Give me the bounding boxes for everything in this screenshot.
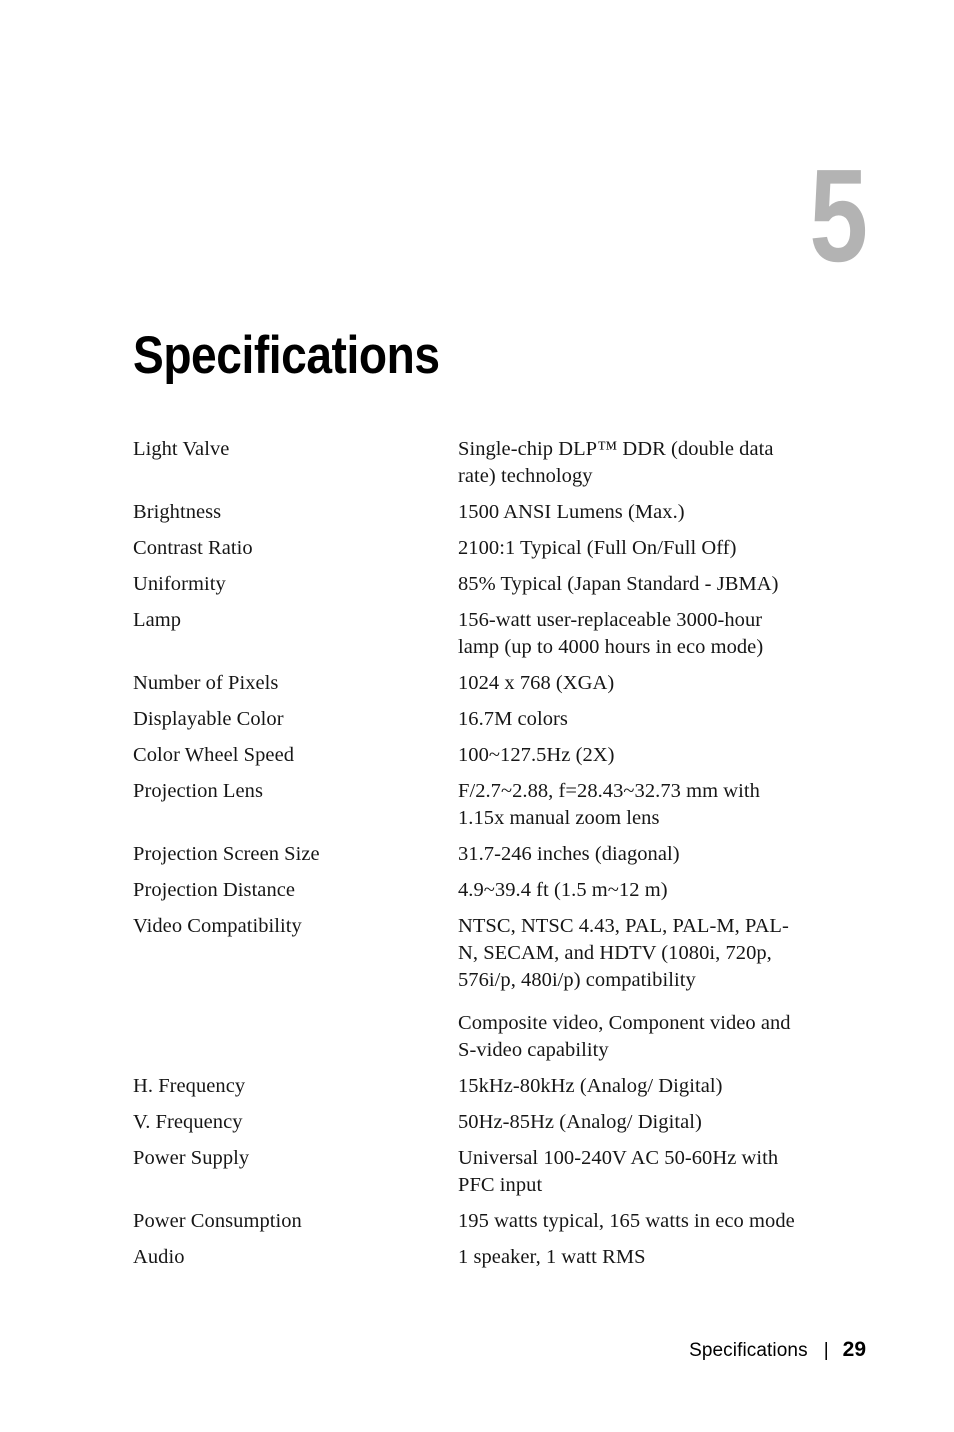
spec-value: Single-chip DLP™ DDR (double data rate) …: [458, 438, 774, 487]
spec-label: Light Valve: [133, 438, 230, 460]
spec-value: 15kHz-80kHz (Analog/ Digital): [458, 1075, 723, 1097]
footer-section-title: Specifications: [689, 1340, 808, 1361]
spec-label: V. Frequency: [133, 1111, 243, 1133]
spec-value: 50Hz-85Hz (Analog/ Digital): [458, 1111, 702, 1133]
spec-label: Projection Lens: [133, 780, 263, 802]
spec-label: Uniformity: [133, 573, 226, 595]
spec-value-group: F/2.7~2.88, f=28.43~32.73 mm with 1.15x …: [458, 778, 823, 832]
page-footer: Specifications | 29: [0, 1338, 866, 1362]
spec-row: H. Frequency 15kHz-80kHz (Analog/ Digital…: [133, 1073, 823, 1100]
spec-row: Uniformity 85% Typical (Japan Standard - …: [133, 571, 823, 598]
spec-value-group: 195 watts typical, 165 watts in eco mode: [458, 1208, 823, 1235]
spec-row: Projection Distance 4.9~39.4 ft (1.5 m~12…: [133, 877, 823, 904]
spec-row: Projection Screen Size 31.7-246 inches (d…: [133, 841, 823, 868]
spec-row: Audio 1 speaker, 1 watt RMS: [133, 1244, 823, 1271]
spec-row: Projection Lens F/2.7~2.88, f=28.43~32.73…: [133, 778, 823, 832]
spec-value-group: Universal 100-240V AC 50-60Hz with PFC i…: [458, 1145, 823, 1199]
specifications-table: Light Valve Single-chip DLP™ DDR (double …: [133, 436, 823, 1280]
spec-value-group: 50Hz-85Hz (Analog/ Digital): [458, 1109, 823, 1136]
spec-row: Contrast Ratio 2100:1 Typical (Full On/Fu…: [133, 535, 823, 562]
spec-row: Power Supply Universal 100-240V AC 50-60H…: [133, 1145, 823, 1199]
spec-value-group: NTSC, NTSC 4.43, PAL, PAL-M, PAL-N, SECA…: [458, 913, 823, 1064]
spec-row: Brightness 1500 ANSI Lumens (Max.): [133, 499, 823, 526]
spec-value: 4.9~39.4 ft (1.5 m~12 m): [458, 879, 668, 901]
chapter-number: 5: [808, 142, 868, 289]
spec-label: Audio: [133, 1246, 185, 1268]
spec-value: 195 watts typical, 165 watts in eco mode: [458, 1210, 795, 1232]
spec-value: 156-watt user-replaceable 3000-hour lamp…: [458, 609, 764, 658]
spec-value: NTSC, NTSC 4.43, PAL, PAL-M, PAL-N, SECA…: [458, 915, 789, 991]
spec-value-group: 31.7-246 inches (diagonal): [458, 841, 823, 868]
spec-label: Projection Screen Size: [133, 843, 320, 865]
footer-page-number: 29: [842, 1338, 866, 1361]
spec-value: F/2.7~2.88, f=28.43~32.73 mm with 1.15x …: [458, 780, 760, 829]
spec-value-group: 4.9~39.4 ft (1.5 m~12 m): [458, 877, 823, 904]
spec-value-group: 1024 x 768 (XGA): [458, 670, 823, 697]
page-title: Specifications: [133, 325, 440, 385]
spec-row: V. Frequency 50Hz-85Hz (Analog/ Digital): [133, 1109, 823, 1136]
spec-label: Brightness: [133, 501, 222, 523]
spec-value: Composite video, Component video and S-v…: [458, 1012, 791, 1061]
spec-label: Video Compatibility: [133, 915, 302, 937]
spec-row: Displayable Color 16.7M colors: [133, 706, 823, 733]
spec-value-group: Single-chip DLP™ DDR (double data rate) …: [458, 436, 823, 490]
spec-row: Color Wheel Speed 100~127.5Hz (2X): [133, 742, 823, 769]
spec-value: 100~127.5Hz (2X): [458, 744, 615, 766]
spec-label: H. Frequency: [133, 1075, 246, 1097]
footer-divider: |: [823, 1340, 829, 1361]
spec-label: Power Consumption: [133, 1210, 302, 1232]
spec-value: 31.7-246 inches (diagonal): [458, 843, 680, 865]
spec-label: Contrast Ratio: [133, 537, 253, 559]
spec-row: Power Consumption 195 watts typical, 165 …: [133, 1208, 823, 1235]
spec-label: Displayable Color: [133, 708, 284, 730]
spec-value: 85% Typical (Japan Standard - JBMA): [458, 573, 779, 595]
spec-value: 1 speaker, 1 watt RMS: [458, 1246, 646, 1268]
spec-value-group: 1 speaker, 1 watt RMS: [458, 1244, 823, 1271]
spec-value-group: 1500 ANSI Lumens (Max.): [458, 499, 823, 526]
spec-value: 2100:1 Typical (Full On/Full Off): [458, 537, 737, 559]
spec-value: 16.7M colors: [458, 708, 568, 730]
spec-value-group: 100~127.5Hz (2X): [458, 742, 823, 769]
spec-value-group: 16.7M colors: [458, 706, 823, 733]
spec-value-group: 15kHz-80kHz (Analog/ Digital): [458, 1073, 823, 1100]
spec-row: Lamp 156-watt user-replaceable 3000-hour …: [133, 607, 823, 661]
spec-label: Projection Distance: [133, 879, 296, 901]
spec-value: Universal 100-240V AC 50-60Hz with PFC i…: [458, 1147, 779, 1196]
spec-row: Video Compatibility NTSC, NTSC 4.43, PAL,…: [133, 913, 823, 1064]
spec-label: Number of Pixels: [133, 672, 279, 694]
spec-row: Light Valve Single-chip DLP™ DDR (double …: [133, 436, 823, 490]
spec-value: 1500 ANSI Lumens (Max.): [458, 501, 685, 523]
spec-label: Power Supply: [133, 1147, 250, 1169]
spec-label: Lamp: [133, 609, 182, 631]
spec-value: 1024 x 768 (XGA): [458, 672, 615, 694]
document-page: 5 Specifications Light Valve Single-chip …: [0, 0, 954, 1432]
spec-value-group: 156-watt user-replaceable 3000-hour lamp…: [458, 607, 823, 661]
spec-value-group: 2100:1 Typical (Full On/Full Off): [458, 535, 823, 562]
spec-row: Number of Pixels 1024 x 768 (XGA): [133, 670, 823, 697]
spec-value-group: 85% Typical (Japan Standard - JBMA): [458, 571, 823, 598]
spec-label: Color Wheel Speed: [133, 744, 295, 766]
